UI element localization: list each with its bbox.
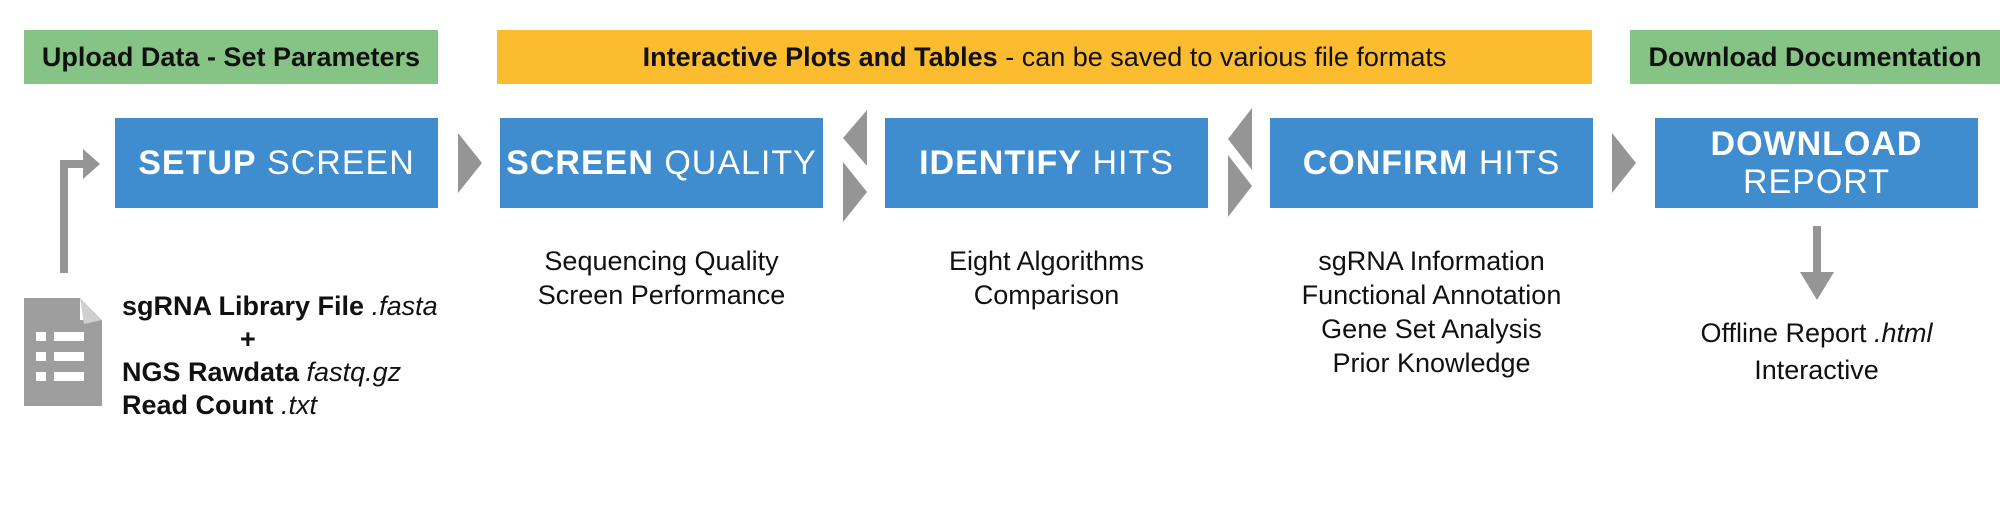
read-count-name: Read Count bbox=[122, 390, 274, 420]
step-identify-hits: IDENTIFY HITS bbox=[885, 118, 1208, 208]
upload-banner: Upload Data - Set Parameters bbox=[24, 30, 438, 84]
ngs-rawdata-line: NGS Rawdata fastq.gz bbox=[122, 356, 438, 389]
chevron-right-icon bbox=[843, 162, 867, 222]
step-download-report: DOWNLOAD REPORT bbox=[1655, 118, 1978, 208]
input-files-list: sgRNA Library File .fasta + NGS Rawdata … bbox=[122, 290, 438, 422]
quality-description: Sequencing Quality Screen Performance bbox=[500, 244, 823, 312]
description-line: Sequencing Quality bbox=[544, 246, 779, 276]
description-line: Prior Knowledge bbox=[1332, 348, 1531, 378]
description-line: sgRNA Information bbox=[1318, 246, 1545, 276]
chevron-left-icon bbox=[843, 110, 867, 166]
offline-report: Offline Report .html Interactive bbox=[1655, 315, 1978, 389]
step-setup-light: SCREEN bbox=[267, 144, 415, 182]
ngs-rawdata-ext: fastq.gz bbox=[299, 357, 402, 387]
identify-description: Eight Algorithms Comparison bbox=[885, 244, 1208, 312]
step-setup-screen: SETUP SCREEN bbox=[115, 118, 438, 208]
offline-report-name: Offline Report bbox=[1700, 318, 1867, 348]
download-banner-label: Download Documentation bbox=[1648, 41, 1982, 72]
step-confirm-title: CONFIRM HITS bbox=[1303, 144, 1561, 182]
step-identify-title: IDENTIFY HITS bbox=[919, 144, 1174, 182]
library-file-name: sgRNA Library File bbox=[122, 291, 365, 321]
offline-report-ext: .html bbox=[1866, 318, 1933, 348]
plots-banner-rest: - can be saved to various file formats bbox=[997, 41, 1447, 72]
ngs-rawdata-name: NGS Rawdata bbox=[122, 357, 300, 387]
upload-banner-label: Upload Data - Set Parameters bbox=[41, 41, 421, 72]
step-confirm-hits: CONFIRM HITS bbox=[1270, 118, 1593, 208]
step-setup-strong: SETUP bbox=[138, 144, 257, 182]
description-line: Screen Performance bbox=[537, 280, 786, 310]
read-count-ext: .txt bbox=[273, 390, 318, 420]
read-count-line: Read Count .txt bbox=[122, 389, 438, 422]
step-identify-light: HITS bbox=[1092, 144, 1174, 182]
chevron-right-icon bbox=[1612, 133, 1636, 193]
step-identify-strong: IDENTIFY bbox=[919, 144, 1082, 182]
step-confirm-strong: CONFIRM bbox=[1302, 144, 1469, 182]
down-arrow-icon bbox=[1800, 226, 1834, 300]
step-confirm-light: HITS bbox=[1478, 144, 1561, 182]
confirm-description: sgRNA Information Functional Annotation … bbox=[1270, 244, 1593, 380]
plots-banner: Interactive Plots and Tables - can be sa… bbox=[497, 30, 1592, 84]
document-icon bbox=[24, 298, 102, 406]
step-quality-strong: SCREEN bbox=[506, 144, 654, 182]
step-quality-title: SCREEN QUALITY bbox=[506, 144, 817, 182]
step-download-strong: DOWNLOAD bbox=[1710, 125, 1923, 163]
step-setup-title: SETUP SCREEN bbox=[138, 144, 415, 182]
description-line: Eight Algorithms bbox=[948, 246, 1145, 276]
chevron-right-icon bbox=[1228, 155, 1252, 217]
step-screen-quality: SCREEN QUALITY bbox=[500, 118, 823, 208]
offline-report-line: Offline Report .html bbox=[1655, 315, 1978, 352]
plots-banner-bold: Interactive Plots and Tables bbox=[642, 41, 998, 72]
plots-banner-label: Interactive Plots and Tables - can be sa… bbox=[643, 42, 1447, 73]
step-quality-light: QUALITY bbox=[664, 144, 817, 182]
download-banner: Download Documentation bbox=[1630, 30, 2000, 84]
library-file-ext: .fasta bbox=[364, 291, 438, 321]
library-file-line: sgRNA Library File .fasta bbox=[122, 290, 438, 323]
description-line: Gene Set Analysis bbox=[1321, 314, 1542, 344]
offline-report-interactive: Interactive bbox=[1754, 355, 1879, 385]
chevron-right-icon bbox=[458, 133, 482, 193]
bent-arrow-icon bbox=[60, 149, 100, 273]
plus-sign: + bbox=[240, 324, 256, 354]
description-line: Functional Annotation bbox=[1301, 280, 1562, 310]
step-download-light: REPORT bbox=[1742, 163, 1891, 201]
description-line: Comparison bbox=[973, 280, 1120, 310]
